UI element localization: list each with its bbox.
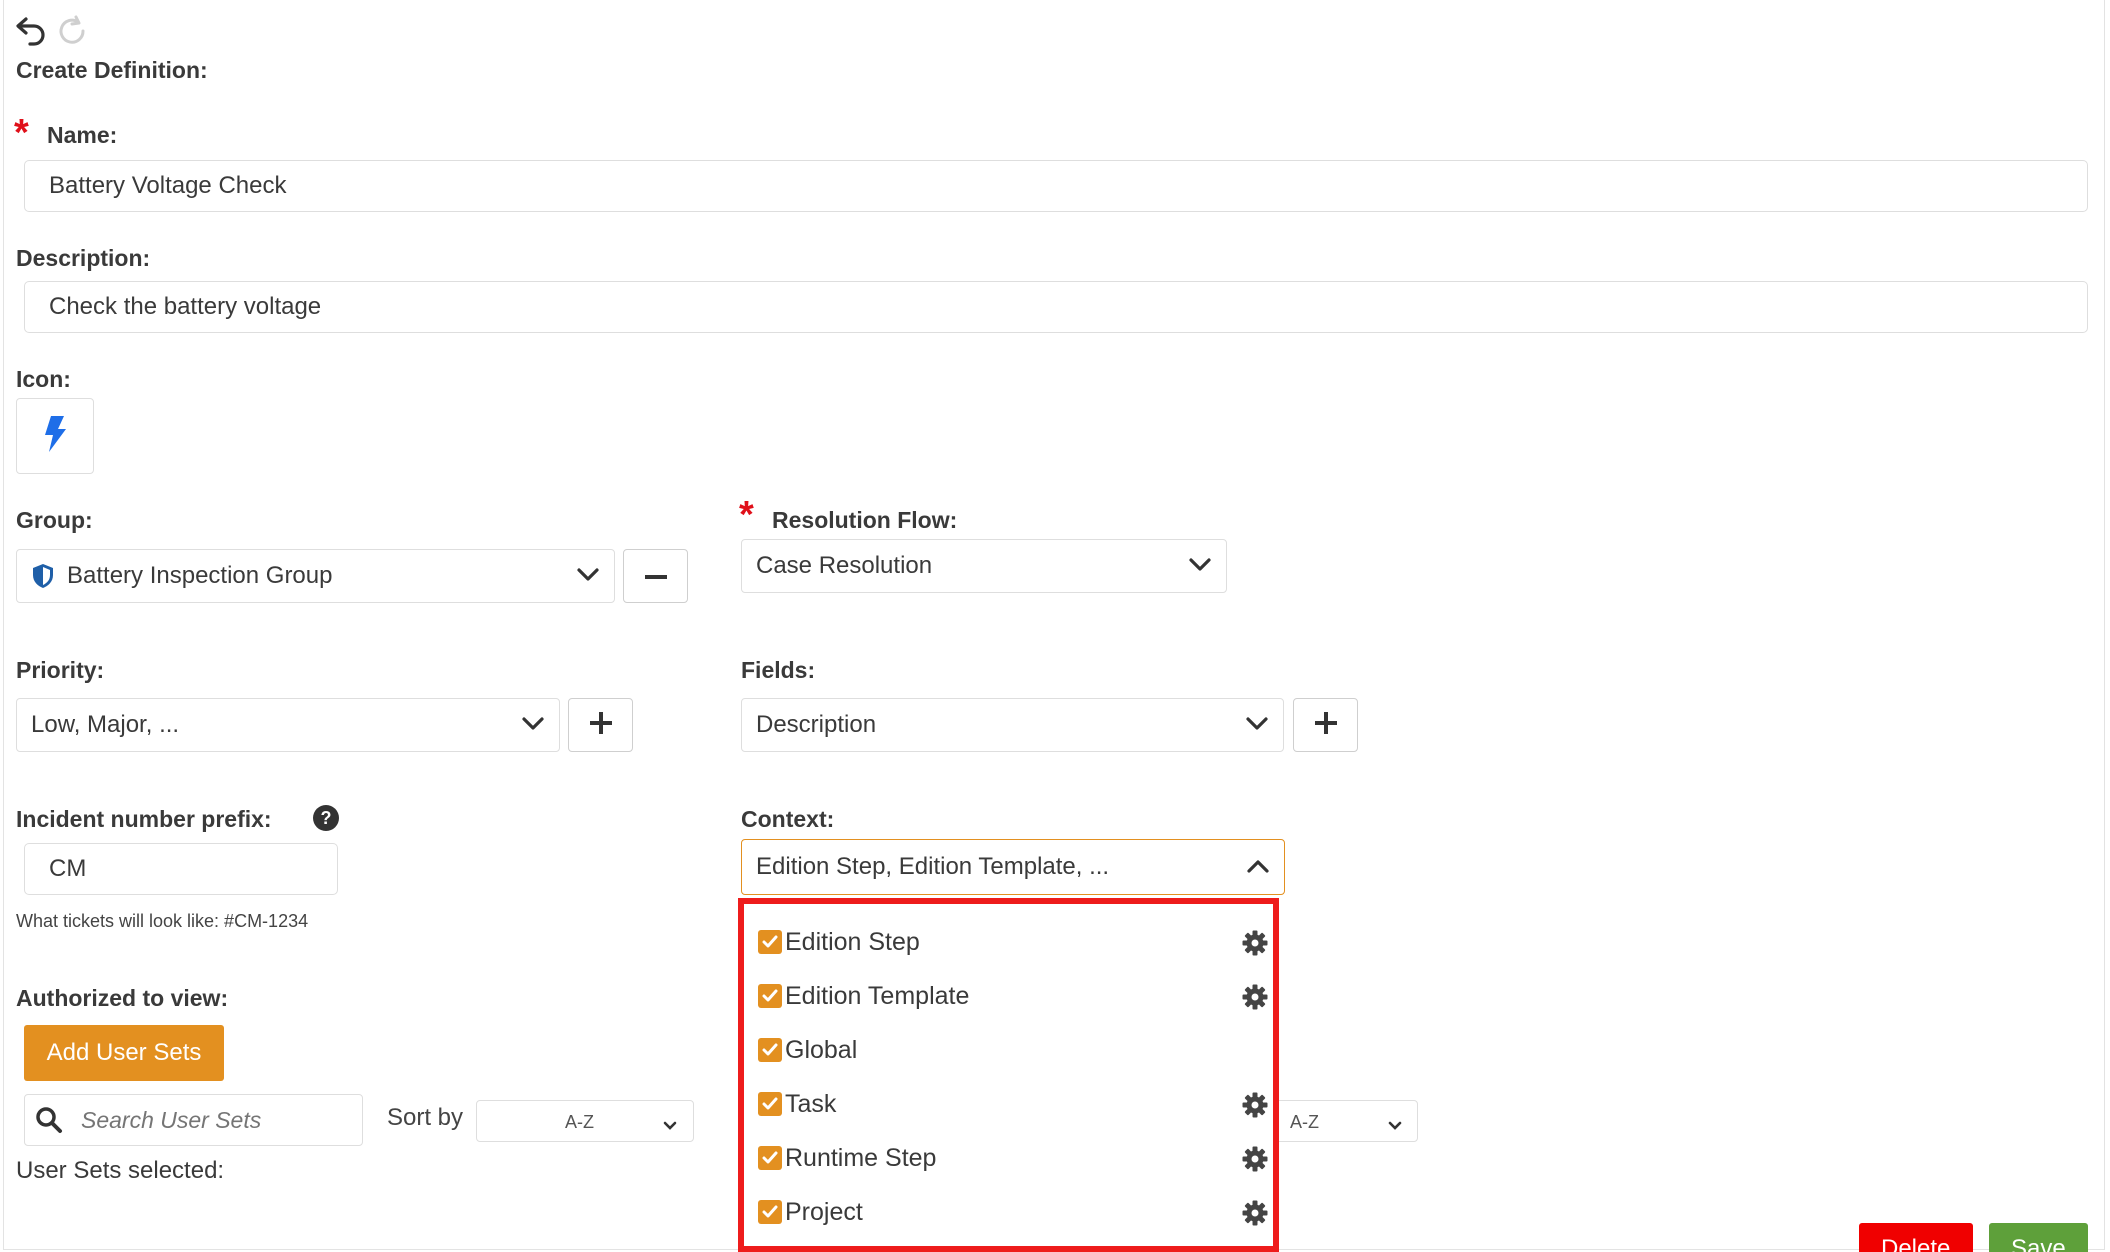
- add-field-button[interactable]: [1293, 698, 1358, 752]
- checkbox-checked-icon[interactable]: [758, 984, 782, 1008]
- option-label: Edition Step: [785, 927, 920, 956]
- sort-value: A-Z: [565, 1112, 594, 1132]
- lightning-bolt-icon: [42, 415, 68, 458]
- context-value: Edition Step, Edition Template, ...: [756, 853, 1110, 880]
- authorized-label: Authorized to view:: [16, 985, 229, 1011]
- search-input[interactable]: [79, 1105, 343, 1135]
- option-label: Global: [785, 1035, 858, 1064]
- delete-label: Delete: [1881, 1235, 1951, 1252]
- chevron-down-icon: [1388, 1115, 1402, 1136]
- chevron-down-icon: [663, 1115, 677, 1136]
- gear-icon[interactable]: [1242, 930, 1268, 963]
- context-option-task[interactable]: Task: [758, 1084, 1268, 1124]
- minus-icon: [644, 567, 667, 585]
- gear-icon[interactable]: [1242, 1092, 1268, 1125]
- gear-icon[interactable]: [1242, 1146, 1268, 1179]
- save-label: Save: [2011, 1235, 2066, 1252]
- context-option-runtime-step[interactable]: Runtime Step: [758, 1138, 1268, 1178]
- chevron-down-icon: [1245, 711, 1269, 739]
- icon-label: Icon:: [16, 366, 71, 392]
- prefix-field[interactable]: CM: [24, 843, 338, 895]
- page-title: Create Definition:: [16, 57, 208, 83]
- resolution-flow-value: Case Resolution: [756, 552, 933, 579]
- chevron-down-icon: [576, 562, 600, 590]
- chevron-down-icon: [1188, 552, 1212, 580]
- prefix-label: Incident number prefix:: [16, 806, 272, 832]
- resolution-flow-select[interactable]: Case Resolution: [741, 539, 1227, 593]
- option-label: Task: [785, 1089, 837, 1118]
- option-label: Edition Template: [785, 981, 970, 1010]
- delete-button[interactable]: Delete: [1859, 1223, 1973, 1252]
- shield-icon: [31, 563, 55, 589]
- description-label: Description:: [16, 245, 151, 271]
- name-label: Name:: [47, 122, 118, 148]
- chevron-down-icon: [521, 711, 545, 739]
- priority-label: Priority:: [16, 657, 105, 683]
- required-marker: *: [14, 112, 29, 154]
- name-value: Battery Voltage Check: [49, 172, 287, 199]
- context-option-project[interactable]: Project: [758, 1192, 1268, 1232]
- gear-icon[interactable]: [1242, 984, 1268, 1017]
- checkbox-checked-icon[interactable]: [758, 1038, 782, 1062]
- redo-icon[interactable]: [56, 14, 88, 51]
- prefix-hint: What tickets will look like: #CM-1234: [16, 911, 309, 931]
- context-select[interactable]: Edition Step, Edition Template, ...: [741, 839, 1285, 895]
- sort-value: A-Z: [1290, 1112, 1319, 1132]
- checkbox-checked-icon[interactable]: [758, 1200, 782, 1224]
- group-value: Battery Inspection Group: [67, 562, 333, 589]
- priority-select[interactable]: Low, Major, ...: [16, 698, 560, 752]
- checkbox-checked-icon[interactable]: [758, 930, 782, 954]
- context-dropdown: Edition Step Edition Template Global Tas…: [738, 898, 1279, 1252]
- sort-select-right[interactable]: A-Z: [1270, 1100, 1418, 1142]
- search-icon: [35, 1106, 63, 1134]
- icon-picker[interactable]: [16, 398, 94, 474]
- plus-icon: [1314, 711, 1337, 739]
- checkbox-checked-icon[interactable]: [758, 1092, 782, 1116]
- chevron-up-icon: [1246, 853, 1270, 881]
- required-marker: *: [739, 494, 754, 536]
- remove-group-button[interactable]: [623, 549, 688, 603]
- description-value: Check the battery voltage: [49, 293, 322, 320]
- option-label: Runtime Step: [785, 1143, 937, 1172]
- context-option-edition-template[interactable]: Edition Template: [758, 976, 1268, 1016]
- group-select[interactable]: Battery Inspection Group: [16, 549, 615, 603]
- fields-label: Fields:: [741, 657, 816, 683]
- add-user-sets-button[interactable]: Add User Sets: [24, 1025, 224, 1081]
- context-option-global[interactable]: Global: [758, 1030, 1268, 1070]
- user-sets-selected-label: User Sets selected:: [16, 1157, 225, 1184]
- plus-icon: [589, 711, 612, 739]
- sort-by-label: Sort by: [387, 1104, 464, 1131]
- svg-text:?: ?: [321, 808, 332, 828]
- checkbox-checked-icon[interactable]: [758, 1146, 782, 1170]
- context-label: Context:: [741, 806, 835, 832]
- help-icon[interactable]: ?: [312, 804, 340, 837]
- search-user-sets[interactable]: [24, 1094, 363, 1146]
- group-label: Group:: [16, 507, 93, 533]
- description-field[interactable]: Check the battery voltage: [24, 281, 2088, 333]
- sort-select-left[interactable]: A-Z: [476, 1100, 694, 1142]
- context-option-edition-step[interactable]: Edition Step: [758, 922, 1268, 962]
- save-button[interactable]: Save: [1989, 1223, 2088, 1252]
- fields-value: Description: [756, 711, 877, 738]
- gear-icon[interactable]: [1242, 1200, 1268, 1233]
- prefix-value: CM: [49, 855, 87, 882]
- fields-select[interactable]: Description: [741, 698, 1284, 752]
- resolution-flow-label: Resolution Flow:: [772, 507, 958, 533]
- option-label: Project: [785, 1197, 863, 1226]
- name-field[interactable]: Battery Voltage Check: [24, 160, 2088, 212]
- add-priority-button[interactable]: [568, 698, 633, 752]
- priority-value: Low, Major, ...: [31, 711, 180, 738]
- undo-icon[interactable]: [14, 14, 48, 51]
